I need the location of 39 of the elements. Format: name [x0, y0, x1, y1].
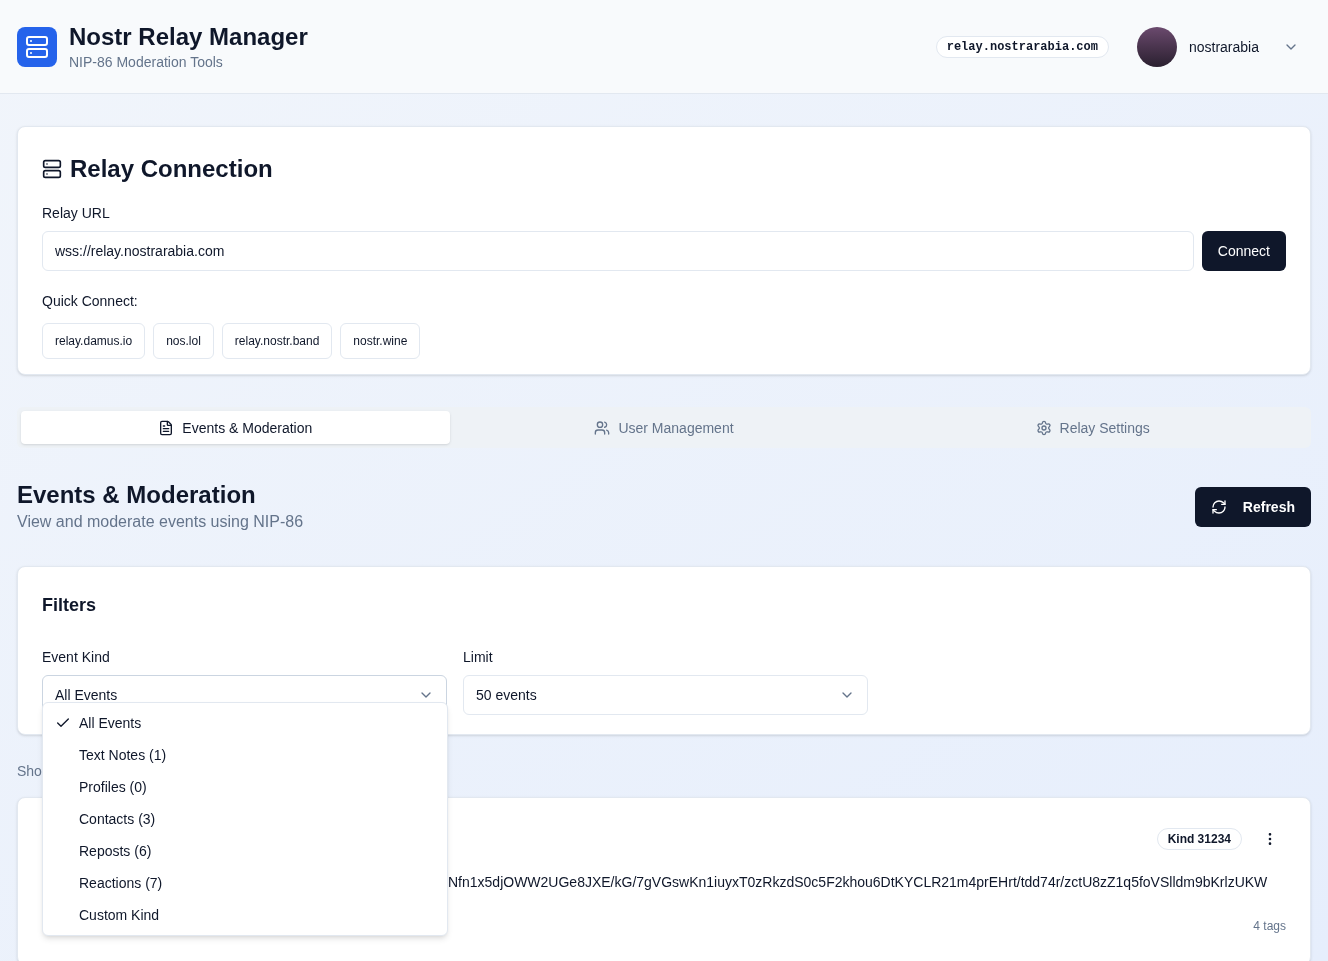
tag-count: 4 tags	[1253, 918, 1286, 934]
refresh-button[interactable]: Refresh	[1194, 487, 1311, 527]
tab[interactable]: Events & Moderation	[21, 411, 450, 444]
server-icon	[42, 159, 62, 179]
avatar	[1136, 26, 1177, 67]
dropdown-option[interactable]: Text Notes (1)	[43, 739, 447, 771]
event-content: Nfn1x5djOWW2UGe8JXE/kG/7gVGswKn1iuyxT0zRkzdS0c5F2khou6DtKYCLR21m4prEHrt/tdd74r/zctU8zZ1q5foVSlldm9bKrlzUKW	[448, 873, 1268, 892]
card-title: Relay Connection	[70, 154, 273, 184]
dropdown-option[interactable]: Contacts (3)	[43, 803, 447, 835]
dropdown-option[interactable]: Custom Kind	[43, 899, 447, 931]
field-label: Event Kind	[42, 648, 111, 667]
tab[interactable]: Relay Settings	[878, 411, 1307, 444]
section-title: Events & Moderation	[17, 480, 257, 510]
refresh-icon	[1210, 499, 1227, 515]
app-subtitle: NIP-86 Moderation Tools	[69, 52, 224, 72]
quick-connect-button[interactable]: relay.nostr.band	[221, 323, 333, 359]
dropdown-option[interactable]: Profiles (0)	[43, 771, 447, 803]
relay-badge: relay.nostrarabia.com	[935, 35, 1109, 58]
results-count: Sho	[17, 762, 43, 781]
connect-button[interactable]: Connect	[1201, 231, 1286, 271]
quick-connect-button[interactable]: nostr.wine	[340, 323, 421, 359]
limit-select[interactable]: 50 events	[463, 675, 868, 715]
tab[interactable]: User Management	[449, 411, 879, 444]
app-title: Nostr Relay Manager	[69, 21, 308, 52]
settings-icon	[1035, 419, 1052, 436]
quick-connect-button[interactable]: nos.lol	[153, 323, 214, 359]
user-menu[interactable]: nostrarabia	[1136, 26, 1299, 67]
card-title: Filters	[42, 594, 98, 617]
quick-connect-button[interactable]: relay.damus.io	[42, 323, 146, 359]
relay-url-input[interactable]: wss://relay.nostrarabia.com	[42, 231, 1194, 271]
section-subtitle: View and moderate events using NIP-86	[17, 512, 304, 532]
document-icon	[158, 419, 175, 436]
dropdown-option[interactable]: Reposts (6)	[43, 835, 447, 867]
field-label: Relay URL	[42, 204, 111, 223]
users-icon	[594, 419, 611, 436]
field-label: Limit	[463, 648, 494, 667]
field-label: Quick Connect:	[42, 292, 139, 311]
app-logo	[17, 26, 57, 67]
dropdown-option[interactable]: Reactions (7)	[43, 867, 447, 899]
